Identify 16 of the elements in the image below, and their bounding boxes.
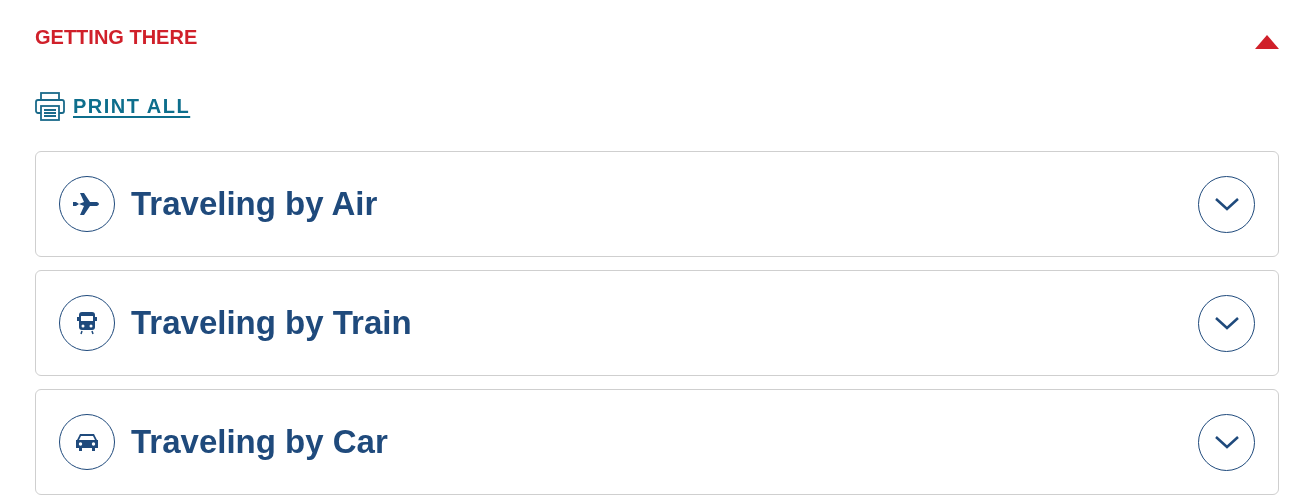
airplane-icon — [73, 193, 101, 215]
train-icon — [77, 311, 97, 335]
chevron-icon — [1213, 197, 1240, 211]
print-all-link[interactable]: PRINT ALL — [73, 94, 191, 118]
chevron-icon — [1213, 435, 1240, 449]
expand-button[interactable] — [1198, 294, 1255, 352]
expand-button[interactable] — [1198, 413, 1255, 471]
accordion-title: Traveling by Air — [131, 185, 379, 223]
printer-icon — [35, 91, 65, 121]
expand-button[interactable] — [1198, 175, 1255, 233]
accordion-title: Traveling by Car — [131, 423, 389, 461]
accordion-title: Traveling by Train — [131, 304, 413, 342]
section-heading: GETTING THERE — [35, 25, 198, 49]
chevron-icon — [1213, 316, 1240, 330]
car-icon — [75, 432, 99, 452]
collapse-toggle[interactable] — [1255, 35, 1279, 49]
